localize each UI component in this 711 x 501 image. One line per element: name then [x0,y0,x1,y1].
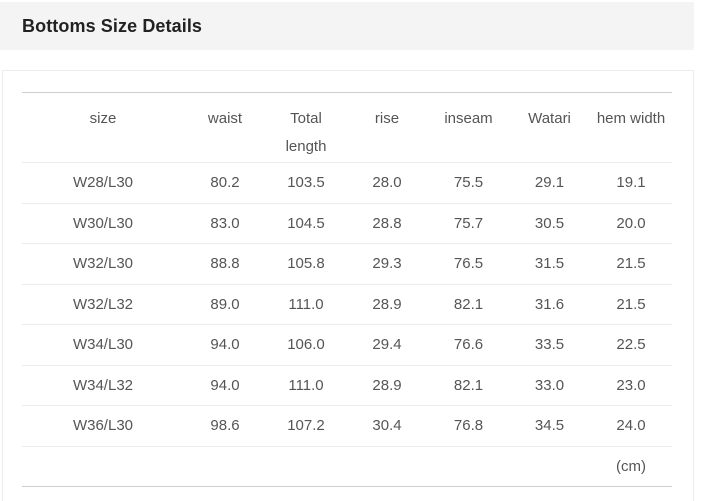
inseam-cell: 75.5 [428,162,509,204]
table-row: W34/L30 94.0 106.0 29.4 76.6 33.5 22.5 [22,324,672,366]
column-header-hem-width: hem width [590,92,672,163]
table-row: W34/L32 94.0 111.0 28.9 82.1 33.0 23.0 [22,365,672,406]
hem-width-cell: 22.5 [590,324,672,366]
table-row: W32/L30 88.8 105.8 29.3 76.5 31.5 21.5 [22,243,672,285]
watari-cell: 30.5 [509,203,590,244]
table-row: W32/L32 89.0 111.0 28.9 82.1 31.6 21.5 [22,284,672,325]
size-cell: W34/L32 [22,365,184,406]
page-title: Bottoms Size Details [22,16,203,36]
rise-cell: 28.9 [346,284,428,325]
table-row: W30/L30 83.0 104.5 28.8 75.7 30.5 20.0 [22,203,672,244]
total-length-cell: 111.0 [266,284,346,325]
rise-cell: 28.9 [346,365,428,406]
rise-cell: 28.0 [346,162,428,204]
header-bar: Bottoms Size Details [0,2,694,50]
column-header-waist: waist [184,92,266,163]
size-cell: W30/L30 [22,203,184,244]
column-header-watari: Watari [509,92,590,163]
total-length-cell: 103.5 [266,162,346,204]
waist-cell: 94.0 [184,365,266,406]
hem-width-cell: 20.0 [590,203,672,244]
inseam-cell: 76.8 [428,405,509,447]
inseam-cell: 76.6 [428,324,509,366]
rise-cell: 29.3 [346,243,428,285]
table-row: W36/L30 98.6 107.2 30.4 76.8 34.5 24.0 [22,405,672,447]
watari-cell: 31.5 [509,243,590,285]
waist-cell: 80.2 [184,162,266,204]
watari-cell: 33.5 [509,324,590,366]
hem-width-cell: 21.5 [590,243,672,285]
rise-cell: 29.4 [346,324,428,366]
rise-cell: 30.4 [346,405,428,447]
waist-cell: 98.6 [184,405,266,447]
size-cell: W28/L30 [22,162,184,204]
watari-cell: 31.6 [509,284,590,325]
watari-cell: 33.0 [509,365,590,406]
waist-cell: 94.0 [184,324,266,366]
waist-cell: 89.0 [184,284,266,325]
total-length-cell: 107.2 [266,405,346,447]
hem-width-cell: 23.0 [590,365,672,406]
watari-cell: 29.1 [509,162,590,204]
column-header-size: size [22,92,184,163]
inseam-cell: 75.7 [428,203,509,244]
column-header-total-length: Total length [266,92,346,163]
table-header-row: size waist Total length rise inseam Wata… [22,92,672,163]
total-length-cell: 111.0 [266,365,346,406]
hem-width-cell: 21.5 [590,284,672,325]
total-length-cell: 104.5 [266,203,346,244]
size-cell: W36/L30 [22,405,184,447]
column-header-rise: rise [346,92,428,163]
size-table: size waist Total length rise inseam Wata… [22,92,672,487]
hem-width-cell: 19.1 [590,162,672,204]
total-length-cell: 105.8 [266,243,346,285]
rise-cell: 28.8 [346,203,428,244]
watari-cell: 34.5 [509,405,590,447]
size-cell: W32/L30 [22,243,184,285]
size-cell: W34/L30 [22,324,184,366]
inseam-cell: 82.1 [428,284,509,325]
unit-row: (cm) [22,446,672,487]
waist-cell: 88.8 [184,243,266,285]
hem-width-cell: 24.0 [590,405,672,447]
table-row: W28/L30 80.2 103.5 28.0 75.5 29.1 19.1 [22,162,672,204]
total-length-cell: 106.0 [266,324,346,366]
unit-label: (cm) [590,446,672,487]
column-header-inseam: inseam [428,92,509,163]
waist-cell: 83.0 [184,203,266,244]
inseam-cell: 76.5 [428,243,509,285]
inseam-cell: 82.1 [428,365,509,406]
size-cell: W32/L32 [22,284,184,325]
